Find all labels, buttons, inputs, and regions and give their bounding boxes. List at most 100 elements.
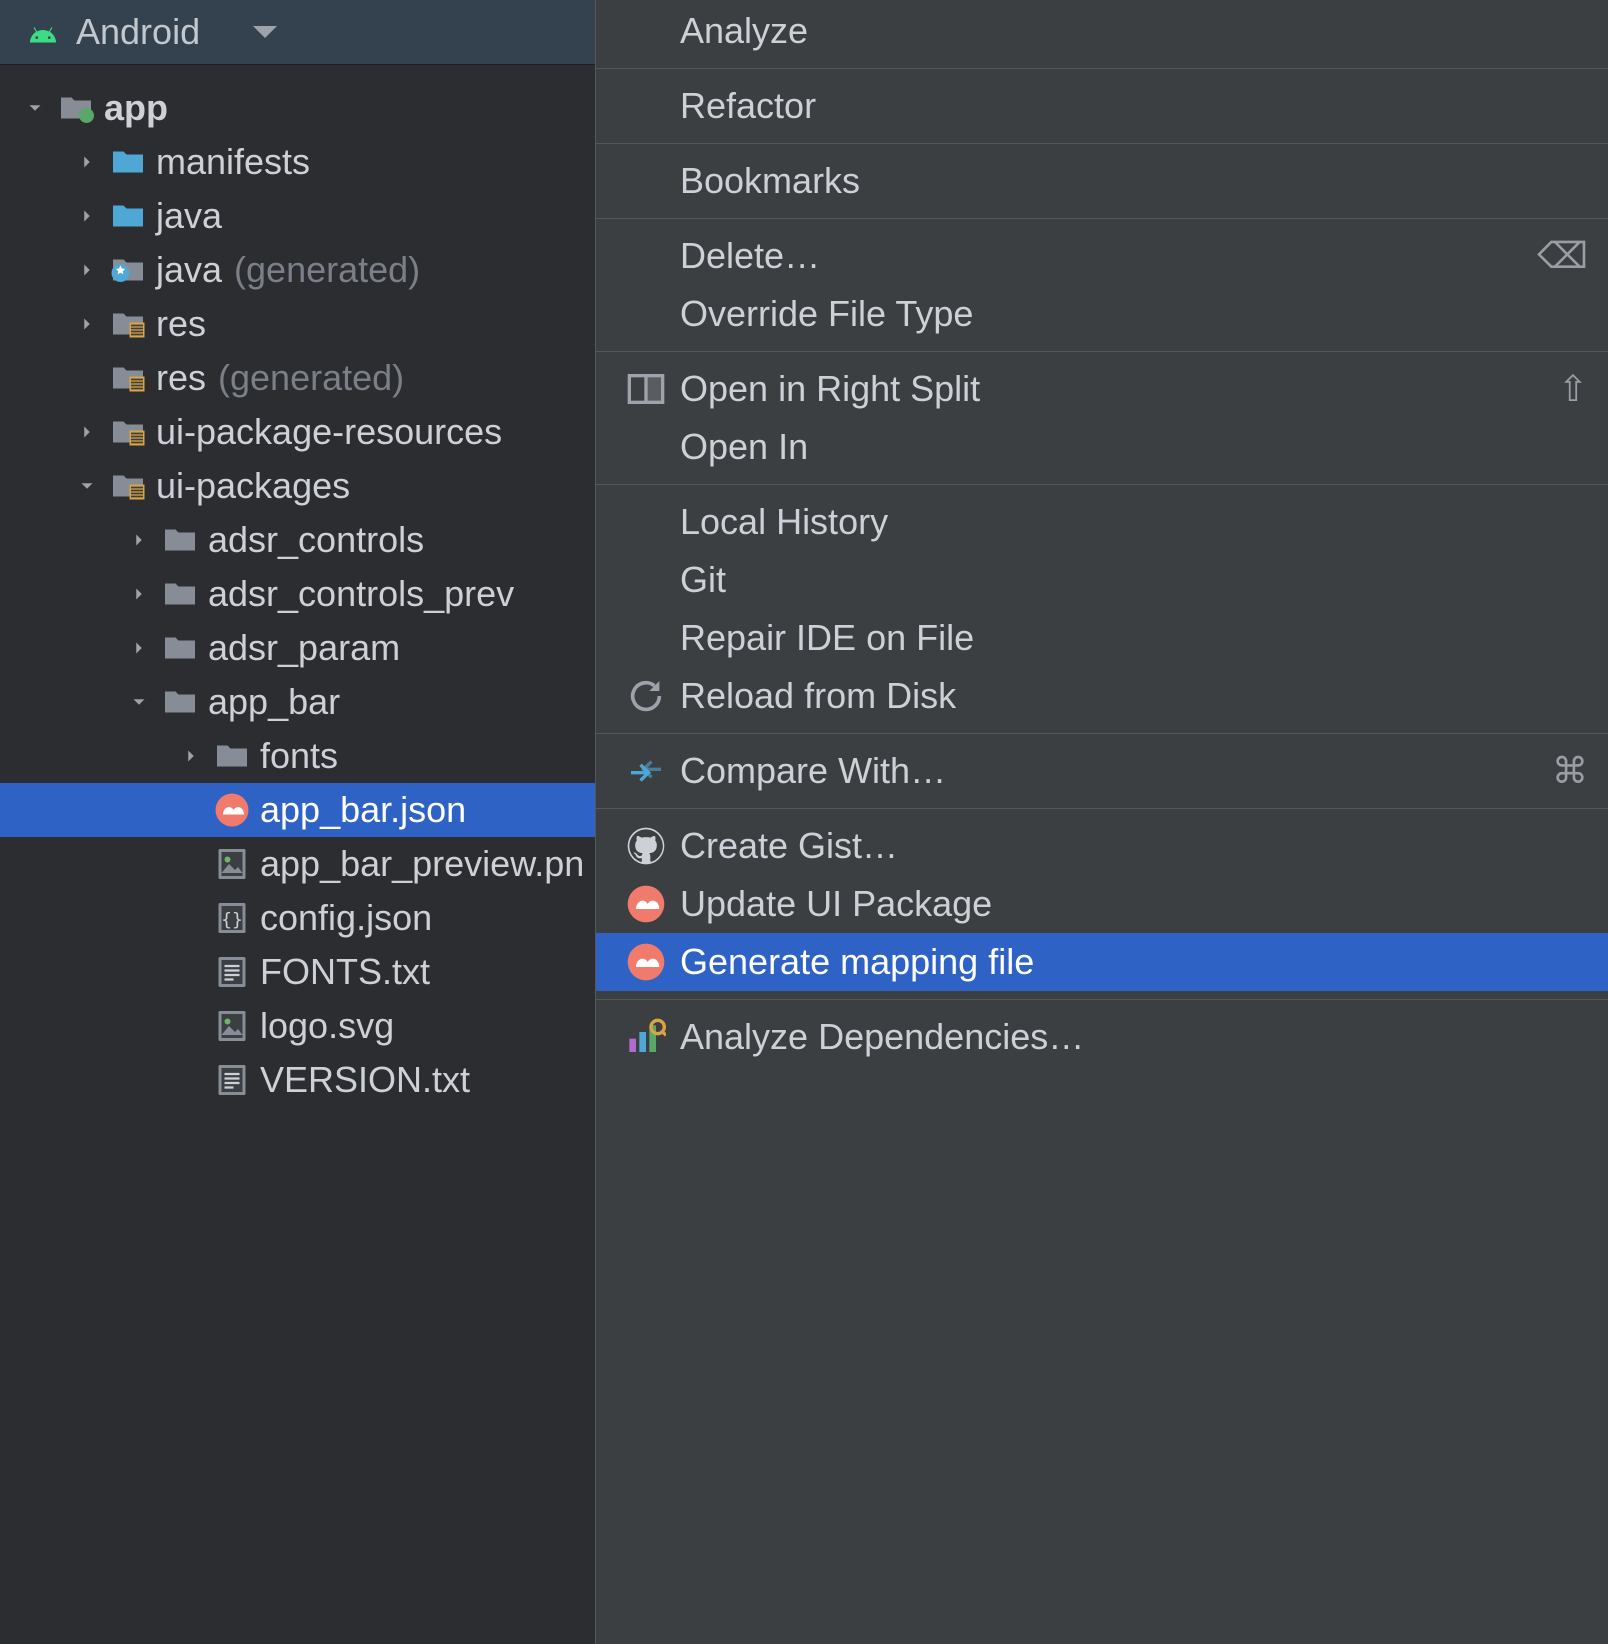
menu-item-label: Update UI Package	[680, 883, 992, 925]
chevron-down-icon[interactable]	[18, 91, 52, 125]
menu-item[interactable]: Open in Right Split⇧	[596, 360, 1608, 418]
tree-item[interactable]: adsr_param	[0, 621, 595, 675]
tree-item-label: VERSION.txt	[260, 1059, 470, 1101]
folder-grey-icon	[162, 522, 198, 558]
tree-item[interactable]: logo.svg	[0, 999, 595, 1053]
tree-item-label: java	[156, 249, 222, 291]
menu-item[interactable]: Git	[596, 551, 1608, 609]
chevron-down-icon[interactable]	[122, 685, 156, 719]
tree-item[interactable]: java (generated)	[0, 243, 595, 297]
tree-item-label: manifests	[156, 141, 310, 183]
text-file-icon	[214, 1062, 250, 1098]
tree-item-label: adsr_param	[208, 627, 400, 669]
menu-item[interactable]: Reload from Disk	[596, 667, 1608, 725]
menu-item-label: Compare With…	[680, 750, 946, 792]
menu-item[interactable]: Delete…⌫	[596, 227, 1608, 285]
menu-item[interactable]: Local History	[596, 493, 1608, 551]
module-folder-icon	[58, 90, 94, 126]
tree-item[interactable]: res(generated)	[0, 351, 595, 405]
json-file-icon: {}	[214, 900, 250, 936]
menu-item-label: Create Gist…	[680, 825, 898, 867]
menu-item[interactable]: Bookmarks	[596, 152, 1608, 210]
menu-item-label: Git	[680, 559, 726, 601]
tree-item[interactable]: res	[0, 297, 595, 351]
tree-item[interactable]: ui-packages	[0, 459, 595, 513]
chevron-right-icon[interactable]	[70, 145, 104, 179]
menu-separator	[596, 999, 1608, 1000]
folder-grey-icon	[214, 738, 250, 774]
chevron-right-icon[interactable]	[70, 307, 104, 341]
folder-grey-icon	[162, 630, 198, 666]
folder-gen-icon	[110, 252, 146, 288]
menu-separator	[596, 143, 1608, 144]
tree-item-label: ui-packages	[156, 465, 350, 507]
menu-item-label: Override File Type	[680, 293, 973, 335]
chevron-right-icon[interactable]	[122, 577, 156, 611]
folder-blue-icon	[110, 198, 146, 234]
chevron-right-icon[interactable]	[122, 523, 156, 557]
tree-item[interactable]: app_bar.json	[0, 783, 595, 837]
tree-item[interactable]: fonts	[0, 729, 595, 783]
tree-item[interactable]: FONTS.txt	[0, 945, 595, 999]
svg-text:{}: {}	[221, 910, 243, 931]
project-tree: app manifests java java (generated) resres(ge…	[0, 65, 595, 1644]
menu-item[interactable]: Refactor	[596, 77, 1608, 135]
menu-separator	[596, 68, 1608, 69]
tree-item[interactable]: app	[0, 81, 595, 135]
tree-item-label: app_bar_preview.pn	[260, 843, 584, 885]
menu-item[interactable]: Compare With… ⌘	[596, 742, 1608, 800]
menu-separator	[596, 808, 1608, 809]
tree-item[interactable]: ui-package-resources	[0, 405, 595, 459]
folder-res-icon	[110, 306, 146, 342]
menu-item[interactable]: Analyze	[596, 2, 1608, 60]
tree-item[interactable]: VERSION.txt	[0, 1053, 595, 1107]
text-file-icon	[214, 954, 250, 990]
menu-item[interactable]: Override File Type	[596, 285, 1608, 343]
relay-pink-icon	[626, 884, 666, 924]
menu-item-shortcut: ⌘	[1552, 750, 1588, 792]
tree-item-label: app_bar.json	[260, 789, 466, 831]
tree-item[interactable]: java	[0, 189, 595, 243]
folder-res-icon	[110, 468, 146, 504]
menu-item[interactable]: Generate mapping file	[596, 933, 1608, 991]
menu-item-label: Repair IDE on File	[680, 617, 974, 659]
tree-item-label: app_bar	[208, 681, 340, 723]
chevron-right-icon[interactable]	[70, 253, 104, 287]
folder-res-icon	[110, 414, 146, 450]
tree-item[interactable]: {}config.json	[0, 891, 595, 945]
tree-item[interactable]: app_bar	[0, 675, 595, 729]
menu-item-label: Open In	[680, 426, 808, 468]
menu-item[interactable]: Analyze Dependencies…	[596, 1008, 1608, 1066]
menu-item[interactable]: Update UI Package	[596, 875, 1608, 933]
menu-item-shortcut: ⇧	[1558, 368, 1588, 410]
menu-item-label: Reload from Disk	[680, 675, 956, 717]
tree-item[interactable]: adsr_controls_prev	[0, 567, 595, 621]
compare-icon	[626, 751, 666, 791]
image-file-icon	[214, 846, 250, 882]
menu-item[interactable]: Create Gist…	[596, 817, 1608, 875]
menu-item-label: Generate mapping file	[680, 941, 1034, 983]
menu-item[interactable]: Repair IDE on File	[596, 609, 1608, 667]
menu-separator	[596, 351, 1608, 352]
tree-item-label: fonts	[260, 735, 338, 777]
tree-item-label: ui-package-resources	[156, 411, 502, 453]
project-tool-window: Android app manifests java java (generated) r…	[0, 0, 595, 1644]
tree-item-suffix: (generated)	[234, 249, 420, 291]
chevron-right-icon[interactable]	[174, 739, 208, 773]
chevron-right-icon[interactable]	[70, 415, 104, 449]
tree-item[interactable]: manifests	[0, 135, 595, 189]
chevron-right-icon[interactable]	[122, 631, 156, 665]
relay-pink-icon	[626, 942, 666, 982]
view-selector-label: Android	[76, 11, 200, 53]
chevron-right-icon[interactable]	[70, 199, 104, 233]
image-file-icon	[214, 1008, 250, 1044]
tree-item[interactable]: app_bar_preview.pn	[0, 837, 595, 891]
view-selector[interactable]: Android	[0, 0, 595, 65]
menu-item-label: Analyze	[680, 10, 808, 52]
menu-separator	[596, 484, 1608, 485]
tree-item[interactable]: adsr_controls	[0, 513, 595, 567]
menu-item[interactable]: Open In	[596, 418, 1608, 476]
menu-item-label: Analyze Dependencies…	[680, 1016, 1084, 1058]
chevron-down-icon[interactable]	[70, 469, 104, 503]
tree-item-label: adsr_controls_prev	[208, 573, 514, 615]
